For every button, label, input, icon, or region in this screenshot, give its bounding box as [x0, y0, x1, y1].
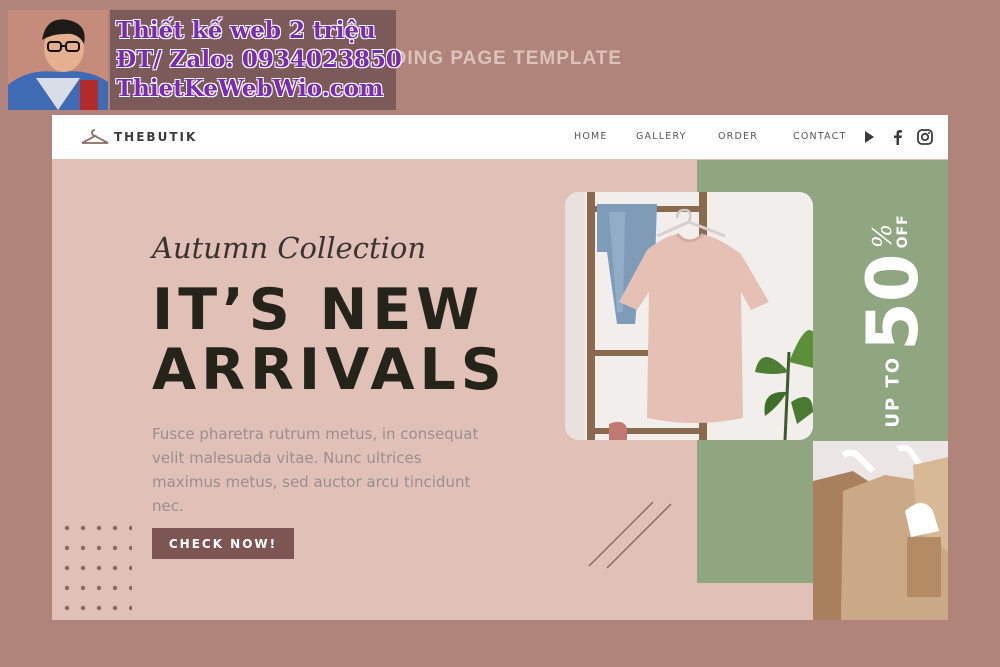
nav-contact[interactable]: CONTACT [793, 131, 846, 142]
sale-prefix: UP TO [882, 356, 904, 428]
facebook-icon[interactable] [889, 128, 907, 146]
headline-line-1: IT’S NEW [152, 277, 485, 343]
landing-page: THEBUTIK HOME GALLERY ORDER CONTACT UP T… [52, 115, 948, 620]
brand-name: THEBUTIK [114, 130, 198, 144]
shirt-photo [565, 192, 813, 440]
sale-banner: UP TO 50 % OFF [813, 160, 948, 441]
logo[interactable]: THEBUTIK [80, 127, 197, 147]
nav-order[interactable]: ORDER [718, 131, 758, 142]
diagonal-lines-decoration [588, 501, 672, 569]
watermark-text: Thiết kế web 2 triệu ĐT/ Zalo: 093402385… [110, 10, 402, 110]
sale-amount: 50 [852, 253, 934, 351]
clothing-rack-photo [813, 441, 948, 620]
check-now-button[interactable]: CHECK NOW! [152, 528, 294, 559]
author-photo [8, 10, 108, 110]
sale-suffix: OFF [895, 214, 911, 249]
green-accent-block [697, 441, 812, 583]
hanger-icon [81, 129, 109, 144]
nav-home[interactable]: HOME [574, 131, 608, 142]
instagram-icon[interactable] [916, 128, 934, 146]
watermark-badge: Thiết kế web 2 triệu ĐT/ Zalo: 093402385… [8, 10, 402, 110]
collection-subtitle: Autumn Collection [152, 231, 427, 265]
hero-description: Fusce pharetra rutrum metus, in consequa… [152, 425, 479, 515]
navbar: THEBUTIK HOME GALLERY ORDER CONTACT [52, 115, 948, 159]
hero-headline: IT’S NEW ARRIVALS [152, 280, 507, 400]
headline-line-2: ARRIVALS [152, 337, 507, 403]
youtube-play-icon[interactable] [860, 128, 878, 146]
sale-percent-group: % OFF [868, 214, 913, 249]
watermark-line: Thiết kế web 2 triệu [116, 17, 376, 44]
nav-gallery[interactable]: GALLERY [636, 131, 687, 142]
watermark-line: ĐT/ Zalo: 0934023850 [116, 46, 402, 73]
sale-percent: % [868, 223, 898, 249]
watermark-line: ThietKeWebWio.com [116, 75, 384, 102]
sale-text: UP TO 50 % OFF [852, 201, 934, 441]
dot-grid-decoration [64, 525, 132, 611]
